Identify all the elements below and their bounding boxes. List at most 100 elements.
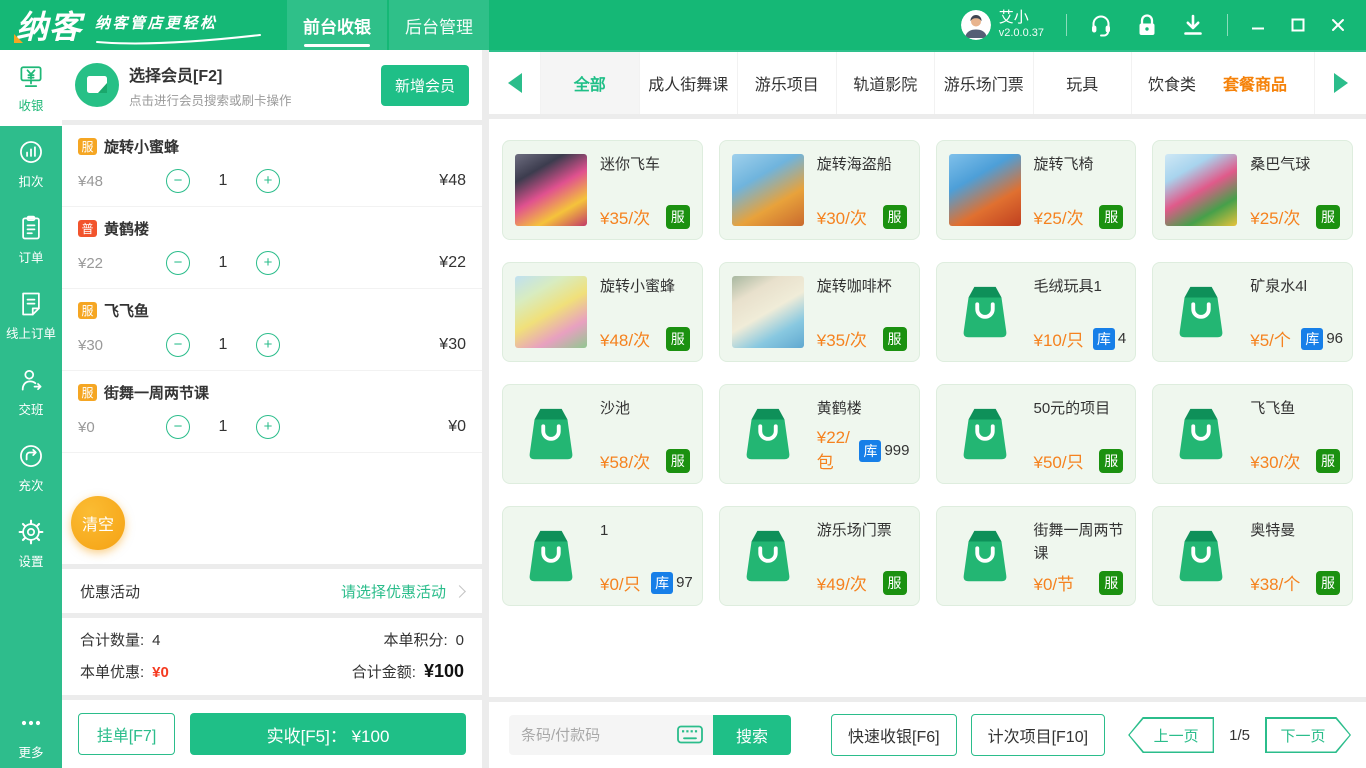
product-card[interactable]: 矿泉水4l ¥5/个 库 96 (1152, 262, 1353, 362)
sidebar-item-orders[interactable]: 订单 (0, 202, 62, 278)
product-card[interactable]: 迷你飞车 ¥35/次 服 (502, 140, 703, 240)
product-card-bottom: ¥35/次 服 (817, 326, 910, 351)
search-button[interactable]: 搜索 (713, 715, 791, 755)
sidebar-item-deduct-count[interactable]: 扣次 (0, 126, 62, 202)
product-name: 旋转小蜜蜂 (600, 276, 693, 299)
user-menu[interactable]: 艾小 v2.0.0.37 (961, 9, 1044, 40)
sidebar-item-shift-handover[interactable]: 交班 (0, 354, 62, 430)
cart-item-total: ¥48 (439, 172, 466, 190)
promo-row[interactable]: 优惠活动 请选择优惠活动 (62, 569, 482, 613)
promo-label: 优惠活动 (80, 581, 140, 602)
lock-icon[interactable] (1135, 13, 1159, 37)
category-tab-4[interactable]: 游乐场门票 (935, 52, 1034, 114)
sidebar-item-more[interactable]: 更多 (0, 702, 62, 768)
product-card[interactable]: 旋转飞椅 ¥25/次 服 (936, 140, 1137, 240)
close-button[interactable] (1330, 17, 1346, 33)
product-badges: 服 (1316, 449, 1343, 473)
checkout-button[interactable]: 实收[F5]： ¥100 (190, 713, 466, 755)
quick-cashier-button[interactable]: 快速收银[F6] (831, 714, 957, 756)
product-card[interactable]: 旋转海盗船 ¥30/次 服 (719, 140, 920, 240)
add-member-button[interactable]: 新增会员 (381, 65, 469, 106)
category-tab-2[interactable]: 游乐项目 (738, 52, 837, 114)
cart-item-name: 街舞一周两节课 (104, 382, 209, 403)
service-badge: 服 (666, 449, 690, 473)
category-tab-label: 轨道影院 (853, 71, 917, 95)
count-item-button[interactable]: 计次项目[F10] (971, 714, 1105, 756)
increase-qty-button[interactable]: + (256, 169, 280, 193)
product-price: ¥30/次 (1250, 448, 1300, 473)
product-card[interactable]: 毛绒玩具1 ¥10/只 库 4 (936, 262, 1137, 362)
search-group: 搜索 (509, 715, 791, 755)
app-slogan: 纳客管店更轻松 (95, 12, 263, 33)
service-badge: 服 (666, 327, 690, 351)
product-card[interactable]: 街舞一周两节课 ¥0/节 服 (936, 506, 1137, 606)
product-card[interactable]: 50元的项目 ¥50/只 服 (936, 384, 1137, 484)
stock-badge: 库 (651, 572, 673, 594)
sidebar-item-online-orders[interactable]: 线上订单 (0, 278, 62, 354)
nav-tab-backend-admin[interactable]: 后台管理 (389, 0, 489, 50)
support-headset-icon[interactable] (1089, 13, 1113, 37)
product-price: ¥35/次 (600, 204, 650, 229)
product-price: ¥38/个 (1250, 570, 1300, 595)
keyboard-icon[interactable] (677, 725, 703, 745)
category-tab-package[interactable]: 套餐商品 (1196, 52, 1314, 114)
product-name: 迷你飞车 (600, 154, 693, 177)
minimize-button[interactable] (1250, 17, 1266, 33)
increase-qty-button[interactable]: + (256, 415, 280, 439)
product-badges: 服 (1099, 571, 1126, 595)
shopping-bag-icon (732, 520, 804, 592)
barcode-input[interactable] (521, 727, 671, 744)
product-card[interactable]: 沙池 ¥58/次 服 (502, 384, 703, 484)
member-texts[interactable]: 选择会员[F2] 点击进行会员搜索或刷卡操作 (129, 62, 371, 109)
category-tab-6[interactable]: 饮食类 (1132, 52, 1196, 114)
increase-qty-button[interactable]: + (256, 251, 280, 275)
product-card[interactable]: 桑巴气球 ¥25/次 服 (1152, 140, 1353, 240)
hold-order-button[interactable]: 挂单[F7] (78, 713, 175, 755)
category-scroll-left-button[interactable] (489, 52, 541, 114)
product-card-bottom: ¥48/次 服 (600, 326, 693, 351)
product-image (732, 154, 804, 226)
decrease-qty-button[interactable]: − (166, 169, 190, 193)
category-bar: 全部 成人街舞课 游乐项目 轨道影院 游乐场门票 玩具 饮食类 套餐商品 (489, 50, 1366, 114)
product-card[interactable]: 游乐场门票 ¥49/次 服 (719, 506, 920, 606)
product-badges: 服 (1099, 449, 1126, 473)
bottom-bar: 搜索 快速收银[F6] 计次项目[F10] 上一页 1/5 下一页 (489, 702, 1366, 768)
product-name: 矿泉水4l (1250, 276, 1343, 299)
category-tab-5[interactable]: 玩具 (1034, 52, 1133, 114)
sidebar-item-recharge-count[interactable]: 充次 (0, 430, 62, 506)
sidebar-item-settings[interactable]: 设置 (0, 506, 62, 582)
prev-page-button[interactable]: 上一页 (1128, 717, 1214, 753)
decrease-qty-button[interactable]: − (166, 251, 190, 275)
next-page-button[interactable]: 下一页 (1265, 717, 1351, 753)
member-select-card[interactable]: 选择会员[F2] 点击进行会员搜索或刷卡操作 新增会员 (62, 50, 482, 120)
product-card-bottom: ¥10/只 库 4 (1034, 326, 1127, 351)
download-icon[interactable] (1181, 13, 1205, 37)
increase-qty-button[interactable]: + (256, 333, 280, 357)
product-card[interactable]: 旋转小蜜蜂 ¥48/次 服 (502, 262, 703, 362)
shift-icon (17, 366, 45, 394)
product-card[interactable]: 奥特曼 ¥38/个 服 (1152, 506, 1353, 606)
order-points: 本单积分:0 (383, 629, 464, 650)
decrease-qty-button[interactable]: − (166, 415, 190, 439)
maximize-button[interactable] (1290, 17, 1306, 33)
product-card[interactable]: 飞飞鱼 ¥30/次 服 (1152, 384, 1353, 484)
category-tab-1[interactable]: 成人街舞课 (640, 52, 739, 114)
cart-item-price: ¥0 (78, 419, 166, 436)
service-badge: 服 (883, 327, 907, 351)
category-tab-0[interactable]: 全部 (541, 52, 640, 114)
product-price: ¥58/次 (600, 448, 650, 473)
product-card[interactable]: 1 ¥0/只 库 97 (502, 506, 703, 606)
decrease-qty-button[interactable]: − (166, 333, 190, 357)
nav-tab-front-cashier[interactable]: 前台收银 (287, 0, 387, 50)
clear-cart-button[interactable]: 清空 (71, 496, 125, 550)
sidebar-item-cashier[interactable]: 收银 (0, 50, 62, 126)
category-tab-3[interactable]: 轨道影院 (837, 52, 936, 114)
service-badge: 服 (883, 205, 907, 229)
category-scroll-right-button[interactable] (1314, 52, 1366, 114)
product-card[interactable]: 黄鹤楼 ¥22/包 库 999 (719, 384, 920, 484)
shopping-bag-icon (1165, 276, 1237, 348)
product-card[interactable]: 旋转咖啡杯 ¥35/次 服 (719, 262, 920, 362)
service-badge: 服 (1316, 571, 1340, 595)
product-card-bottom: ¥5/个 库 96 (1250, 326, 1343, 351)
product-price: ¥30/次 (817, 204, 867, 229)
